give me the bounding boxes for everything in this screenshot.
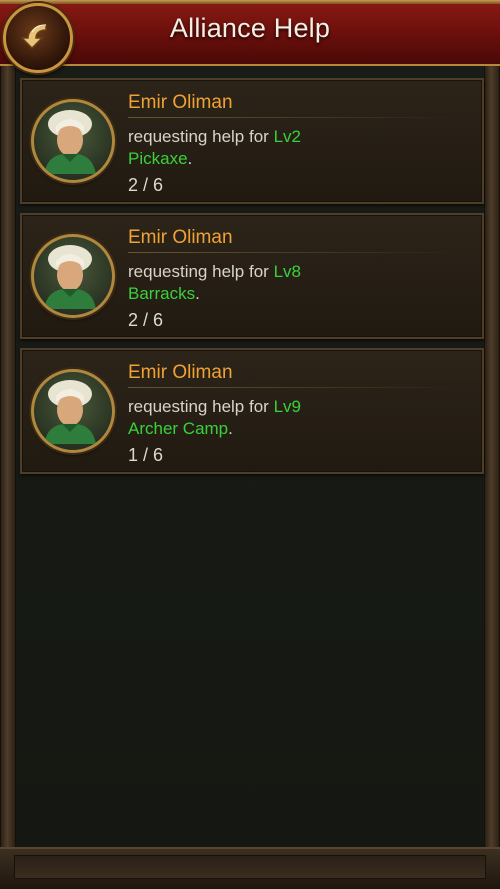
player-avatar bbox=[31, 369, 115, 453]
request-prefix: requesting help for bbox=[128, 397, 269, 416]
help-request-card[interactable]: Emir Oliman requesting help for Lv9 Arch… bbox=[20, 348, 484, 474]
request-suffix: . bbox=[187, 149, 193, 168]
building-name: Pickaxe bbox=[128, 149, 188, 168]
request-text: requesting help for Lv9 Archer Camp. bbox=[128, 396, 428, 440]
building-name: Barracks bbox=[128, 284, 196, 303]
divider bbox=[128, 252, 458, 253]
building-level: Lv9 bbox=[273, 397, 301, 416]
frame-right bbox=[484, 66, 500, 869]
request-prefix: requesting help for bbox=[128, 262, 269, 281]
help-request-list[interactable]: Emir Oliman requesting help for Lv2 Pick… bbox=[16, 66, 484, 849]
request-suffix: . bbox=[228, 419, 233, 438]
help-progress: 1 / 6 bbox=[128, 445, 164, 465]
page-title: Alliance Help bbox=[169, 13, 331, 43]
frame-bottom bbox=[0, 847, 500, 889]
frame-left bbox=[0, 66, 16, 869]
divider bbox=[128, 387, 458, 388]
help-request-card[interactable]: Emir Oliman requesting help for Lv8 Barr… bbox=[20, 213, 484, 339]
request-suffix: . bbox=[195, 284, 200, 303]
help-request-card[interactable]: Emir Oliman requesting help for Lv2 Pick… bbox=[20, 78, 484, 204]
request-text: requesting help for Lv8 Barracks. bbox=[128, 261, 428, 305]
request-text: requesting help for Lv2 Pickaxe. bbox=[128, 126, 428, 170]
building-level: Lv8 bbox=[273, 262, 301, 281]
header-bar: Alliance Help bbox=[0, 0, 500, 67]
divider bbox=[128, 117, 458, 118]
help-progress: 2 / 6 bbox=[128, 175, 164, 195]
player-name: Emir Oliman bbox=[128, 362, 233, 383]
request-prefix: requesting help for bbox=[128, 127, 269, 146]
player-name: Emir Oliman bbox=[128, 227, 233, 248]
player-avatar bbox=[31, 234, 115, 318]
player-avatar bbox=[31, 99, 115, 183]
player-name: Emir Oliman bbox=[128, 92, 233, 113]
back-arrow-icon bbox=[20, 24, 47, 50]
help-progress: 2 / 6 bbox=[128, 310, 164, 330]
building-level: Lv2 bbox=[273, 127, 301, 146]
building-name: Archer Camp bbox=[128, 419, 229, 438]
back-button[interactable] bbox=[3, 3, 73, 73]
